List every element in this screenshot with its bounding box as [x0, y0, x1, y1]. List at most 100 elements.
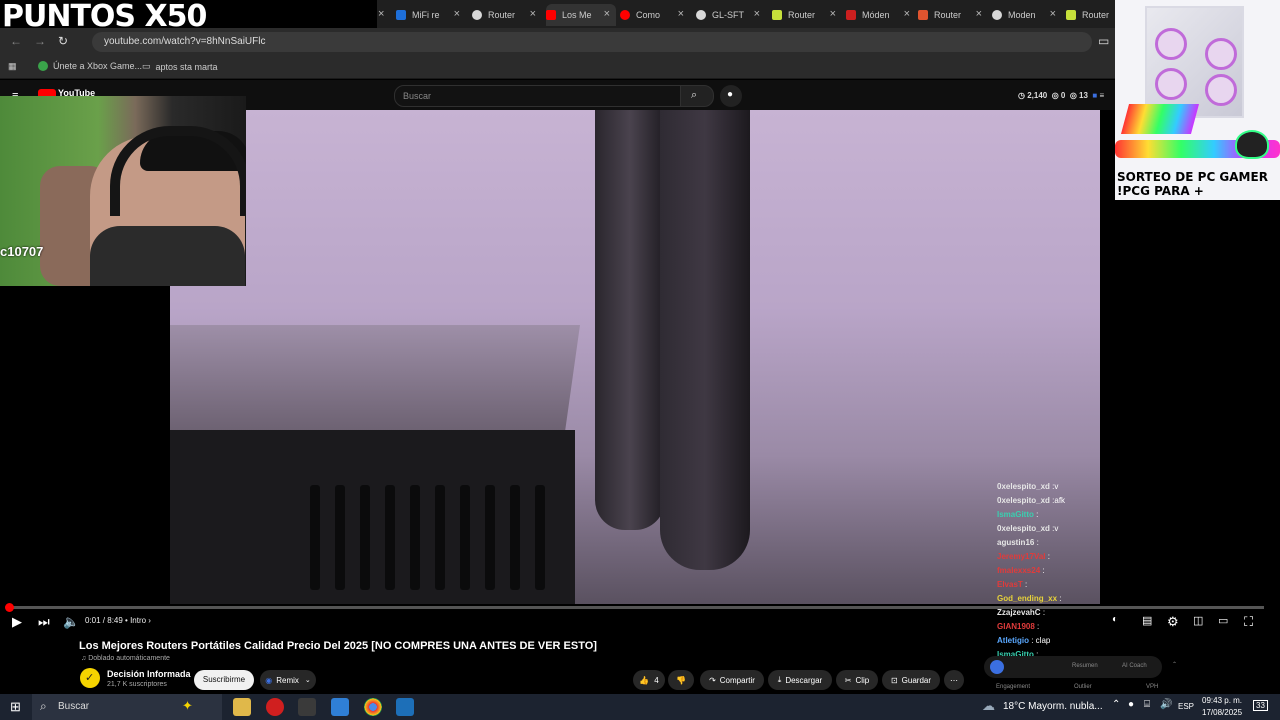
chapter-label[interactable]: Intro: [130, 616, 146, 625]
progress-scrubber[interactable]: [5, 603, 14, 612]
miniplayer-icon[interactable]: ◫: [1193, 614, 1203, 627]
next-icon[interactable]: ⏭: [38, 614, 50, 630]
close-icon[interactable]: ×: [454, 8, 460, 20]
reload-icon[interactable]: ↻: [58, 34, 68, 48]
more-button[interactable]: ⋯: [944, 670, 964, 690]
windows-start-icon[interactable]: ⊞: [10, 699, 21, 715]
close-icon[interactable]: ×: [378, 8, 384, 20]
chat-username[interactable]: 0xelespito_xd: [997, 496, 1050, 505]
taskbar-search[interactable]: ⌕ Buscar ✦: [32, 694, 222, 720]
play-icon[interactable]: ▶: [12, 614, 22, 630]
fullscreen-icon[interactable]: ⛶: [1244, 614, 1253, 630]
extension-icon[interactable]: [990, 660, 1004, 674]
chat-username[interactable]: 0xelespito_xd: [997, 482, 1050, 491]
dislike-button[interactable]: 👎: [668, 670, 694, 690]
app-icon[interactable]: [298, 698, 316, 716]
subscribe-button[interactable]: Suscribirme: [194, 670, 254, 690]
close-icon[interactable]: ×: [976, 8, 982, 20]
volume-icon[interactable]: 🔊: [1160, 699, 1172, 710]
subtitles-icon[interactable]: ▤: [1142, 614, 1152, 627]
like-button[interactable]: 👍 4: [633, 670, 665, 690]
share-button[interactable]: ↷ Compartir: [700, 670, 764, 690]
extension-icon[interactable]: ■: [1092, 91, 1097, 100]
tab-8[interactable]: Router ×: [918, 4, 988, 26]
extension-stats: ◷ 2,140 ◎ 0 ◎ 13 ■ ≡: [1018, 91, 1104, 100]
like-count: 4: [654, 675, 659, 685]
chrome-icon[interactable]: [364, 698, 382, 716]
weather-text[interactable]: 18°C Mayorm. nubla...: [1003, 701, 1103, 712]
search-input[interactable]: Buscar: [394, 85, 682, 107]
tab-7[interactable]: Móden ×: [846, 4, 916, 26]
tab-favicon-icon: [1066, 10, 1076, 20]
save-button[interactable]: ⊡ Guardar: [882, 670, 940, 690]
tab-4[interactable]: Como ×: [620, 4, 690, 26]
tab-1[interactable]: MiFi re ×: [396, 4, 466, 26]
tab-6[interactable]: Router ×: [772, 4, 842, 26]
app-icon[interactable]: [396, 698, 414, 716]
theater-icon[interactable]: ▭: [1218, 614, 1228, 627]
file-explorer-icon[interactable]: [233, 698, 251, 716]
chat-username[interactable]: ZzajzevahC: [997, 608, 1041, 617]
close-icon[interactable]: ×: [830, 8, 836, 20]
cast-icon[interactable]: ▭: [1098, 34, 1109, 48]
volume-icon[interactable]: 🔈: [63, 614, 79, 630]
store-icon[interactable]: [331, 698, 349, 716]
chat-username[interactable]: fmalexxs24: [997, 566, 1040, 575]
mic-icon[interactable]: ●: [1128, 699, 1134, 710]
clock-date[interactable]: 17/08/2025: [1202, 708, 1242, 717]
share-icon: ↷: [709, 675, 716, 685]
webcam-label: c10707: [0, 244, 44, 259]
tab-favicon-icon: [992, 10, 1002, 20]
chat-username[interactable]: agustin16: [997, 538, 1034, 547]
tab-10[interactable]: Router: [1066, 4, 1115, 26]
close-icon[interactable]: ×: [604, 8, 610, 20]
chat-username[interactable]: Jeremy17Val: [997, 552, 1046, 561]
network-icon[interactable]: ⌸: [1144, 699, 1150, 710]
forward-icon[interactable]: →: [34, 34, 46, 48]
chat-username[interactable]: ElvasT: [997, 580, 1023, 589]
chat-username[interactable]: God_ending_xx: [997, 594, 1057, 603]
coach-tab-ai[interactable]: AI Coach: [1122, 663, 1147, 669]
tab-3-active[interactable]: Los Me ×: [546, 4, 616, 26]
notification-icon[interactable]: 33: [1253, 700, 1268, 711]
remix-button[interactable]: ◉ Remix ⌄: [260, 670, 316, 690]
coach-tab-summary[interactable]: Resumen: [1072, 663, 1098, 669]
settings-icon[interactable]: ⚙: [1167, 614, 1179, 630]
apps-icon[interactable]: ▦: [8, 61, 17, 72]
clock-time[interactable]: 09:43 p. m.: [1202, 696, 1242, 705]
channel-name[interactable]: Decisión Informada: [107, 669, 191, 679]
chat-username[interactable]: 0xelespito_xd: [997, 524, 1050, 533]
opera-icon[interactable]: [266, 698, 284, 716]
video-player[interactable]: [170, 110, 1100, 604]
language-indicator[interactable]: ESP: [1178, 702, 1194, 711]
back-icon[interactable]: ←: [10, 34, 22, 48]
search-button[interactable]: ⌕: [680, 85, 714, 107]
close-icon[interactable]: ×: [754, 8, 760, 20]
chevron-up-icon[interactable]: ⌃: [1172, 661, 1177, 668]
voice-search-button[interactable]: ●: [720, 85, 742, 107]
chat-username[interactable]: IsmaGitto: [997, 510, 1034, 519]
close-icon[interactable]: ×: [1050, 8, 1056, 20]
download-button[interactable]: ⤓ Descargar: [768, 670, 832, 690]
tab-2[interactable]: Router ×: [472, 4, 542, 26]
channel-avatar[interactable]: ✓: [80, 668, 100, 688]
bookmark-folder[interactable]: ▭ aptos sta marta: [142, 61, 218, 72]
tab-9[interactable]: Moden ×: [992, 4, 1062, 26]
chat-text: :: [1042, 566, 1045, 575]
clip-button[interactable]: ✂ Clip: [836, 670, 878, 690]
progress-bar[interactable]: [8, 606, 1264, 609]
url-field[interactable]: youtube.com/watch?v=8hNnSaiUFlc: [92, 32, 1092, 52]
close-icon[interactable]: ×: [904, 8, 910, 20]
autoplay-toggle[interactable]: ◐: [1112, 614, 1118, 625]
close-icon[interactable]: ×: [678, 8, 684, 20]
chevron-up-icon[interactable]: ⌃: [1112, 699, 1120, 710]
fan-icon: [1205, 74, 1237, 106]
chat-username[interactable]: GIAN1908: [997, 622, 1035, 631]
tab-5[interactable]: GL-SFT ×: [696, 4, 766, 26]
chat-message: agustin16 :: [997, 538, 1039, 547]
chat-username[interactable]: Atletigio: [997, 636, 1029, 645]
close-icon[interactable]: ×: [530, 8, 536, 20]
bookmark-xbox[interactable]: Únete a Xbox Game...: [38, 61, 142, 71]
chat-message: GIAN1908 :: [997, 622, 1039, 631]
menu-icon[interactable]: ≡: [1099, 91, 1104, 100]
